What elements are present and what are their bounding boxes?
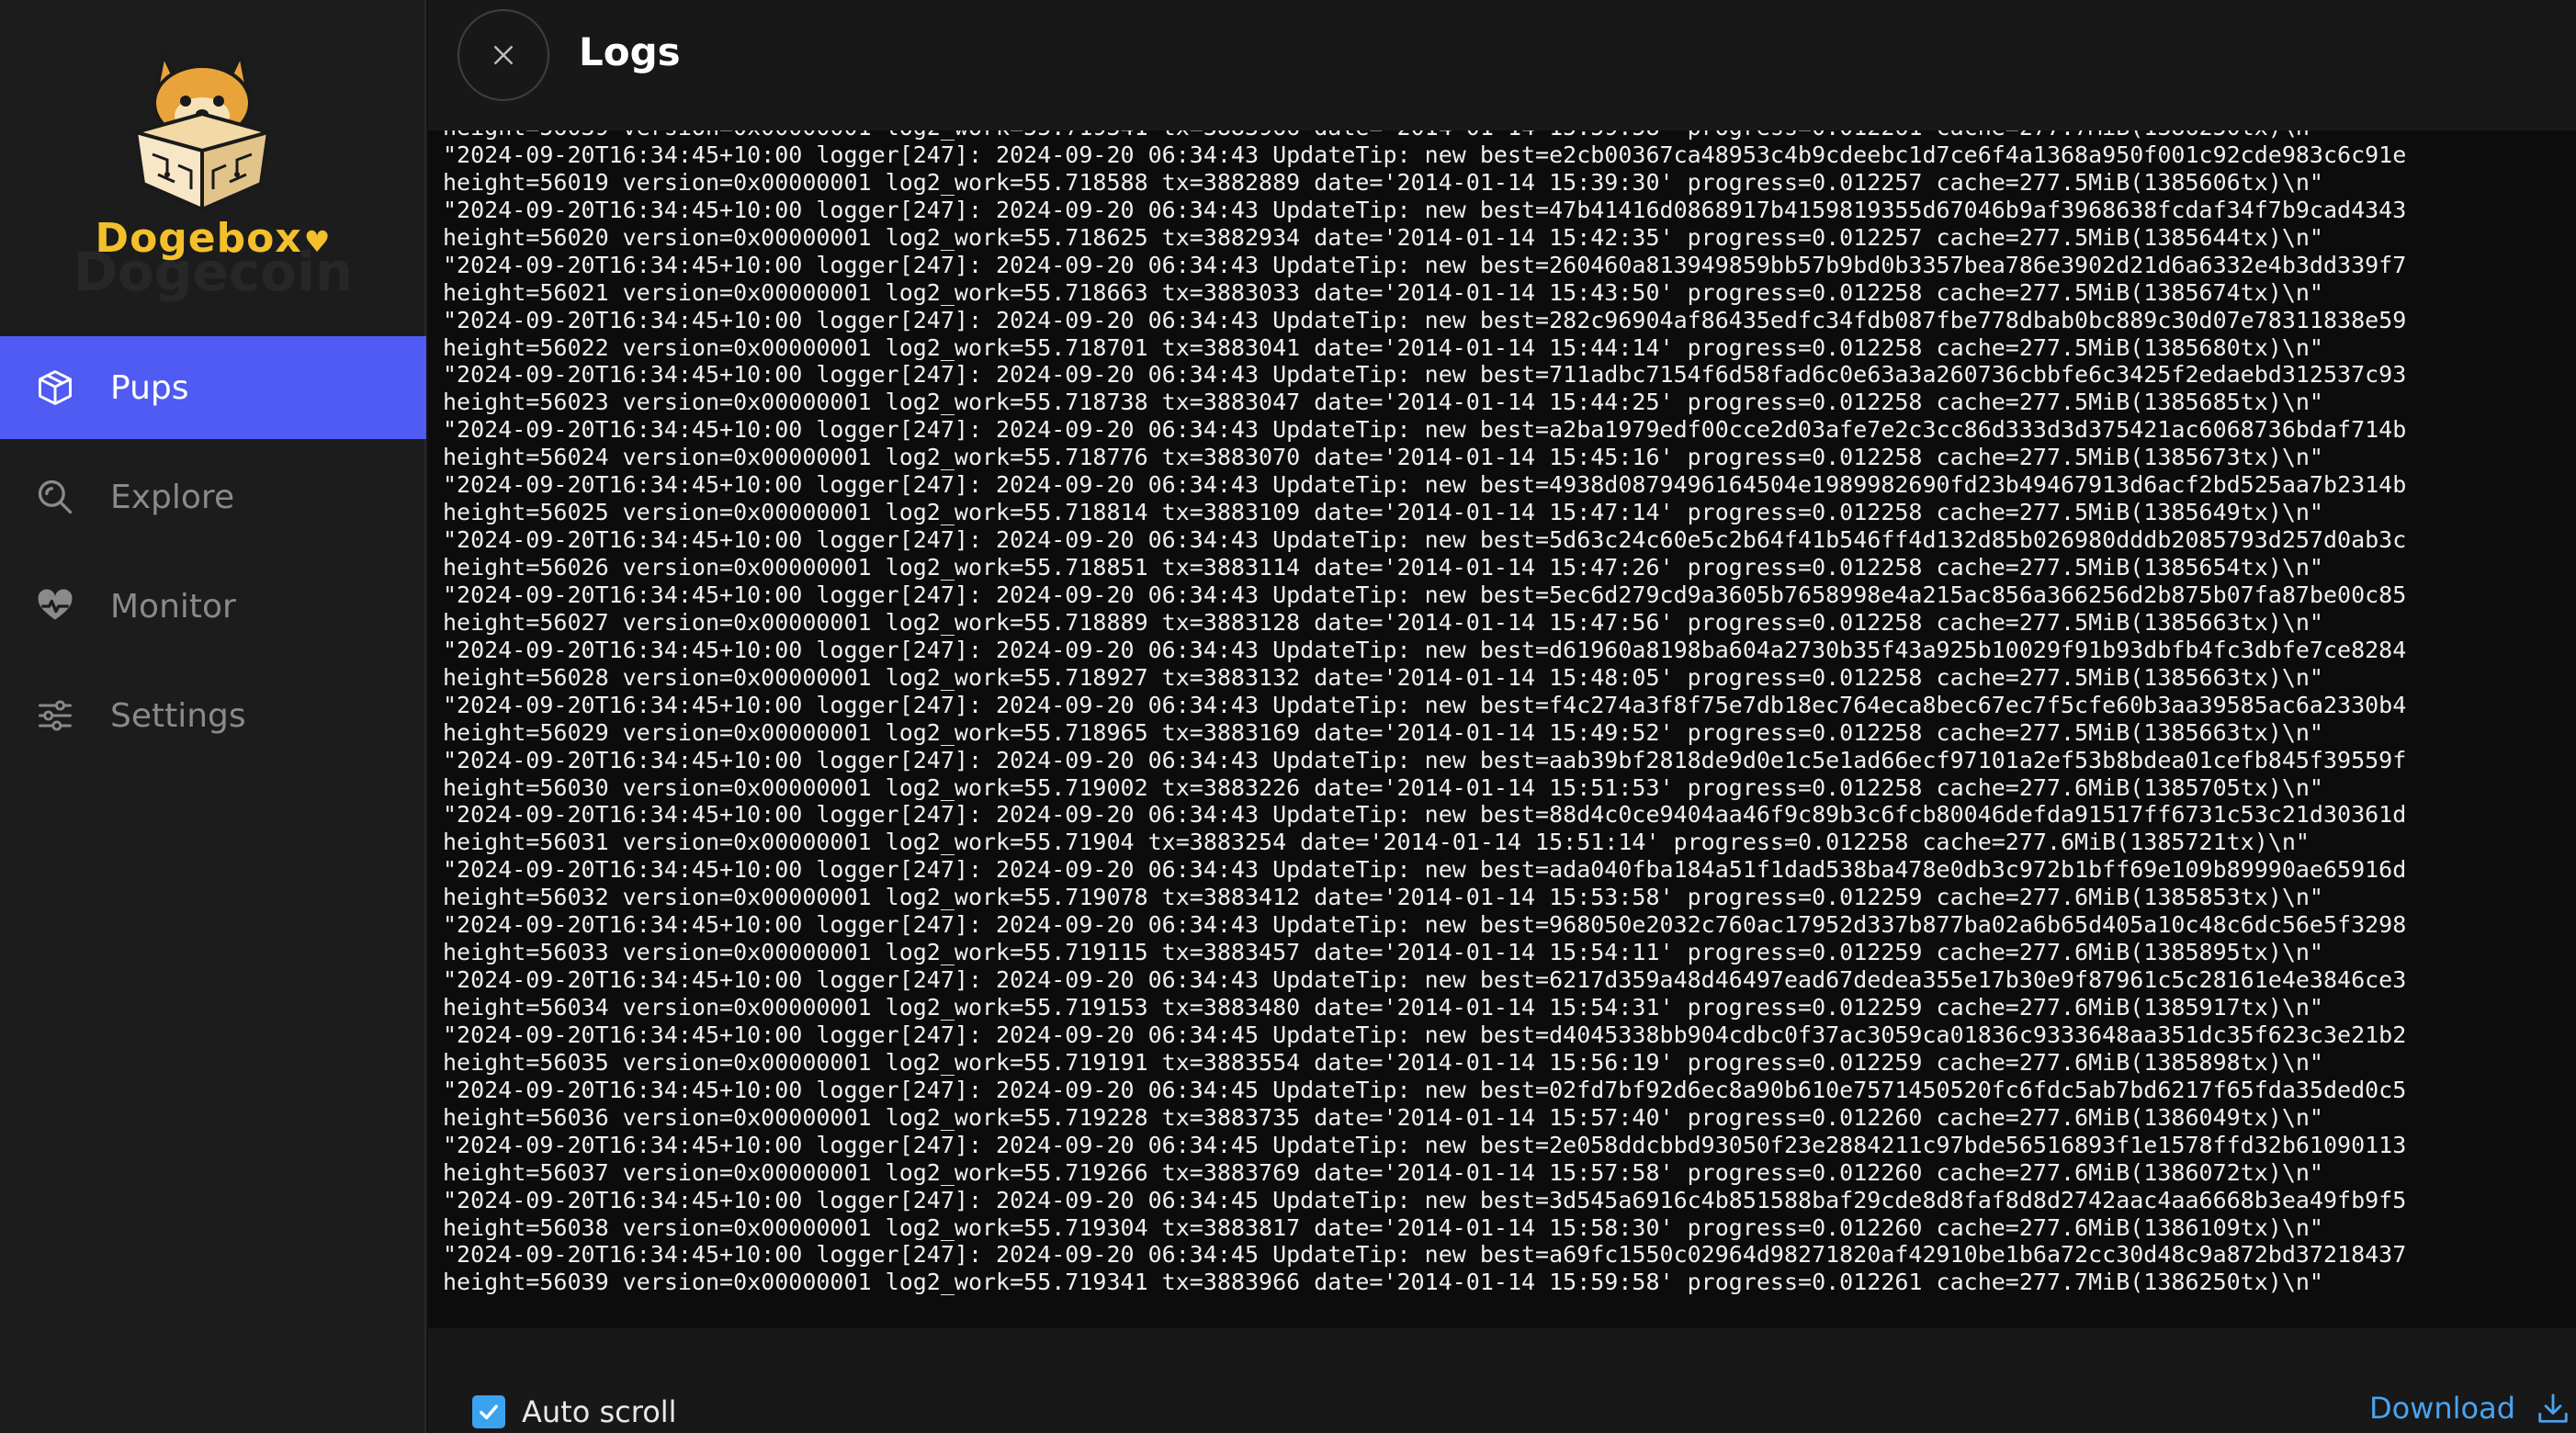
- main-panel: Logs height=56039 version=0x00000001 log…: [428, 0, 2576, 1433]
- sidebar-nav: Pups Explore Monitor Settings: [0, 336, 426, 773]
- auto-scroll-checkbox[interactable]: [472, 1395, 505, 1428]
- log-line: height=56027 version=0x00000001 log2_wor…: [443, 608, 2323, 636]
- log-line: height=56037 version=0x00000001 log2_wor…: [443, 1158, 2323, 1186]
- dogebox-logo: [110, 37, 294, 220]
- log-line: height=56033 version=0x00000001 log2_wor…: [443, 939, 2323, 966]
- heartbeat-icon: [35, 586, 75, 626]
- sidebar-item-label: Pups: [110, 368, 189, 407]
- checkmark-icon: [480, 1405, 498, 1420]
- sidebar-item-label: Settings: [110, 696, 246, 735]
- logs-footer: Auto scroll Download: [428, 1328, 2576, 1433]
- log-line: height=56038 version=0x00000001 log2_wor…: [443, 1213, 2323, 1241]
- sidebar-item-label: Explore: [110, 478, 235, 516]
- log-line: "2024-09-20T16:34:45+10:00 logger[247]: …: [443, 361, 2407, 389]
- sidebar-item-pups[interactable]: Pups: [0, 336, 426, 439]
- log-line: height=56019 version=0x00000001 log2_wor…: [443, 168, 2323, 196]
- log-line: height=56032 version=0x00000001 log2_wor…: [443, 884, 2323, 911]
- close-button[interactable]: [458, 9, 549, 101]
- download-icon: [2538, 1394, 2568, 1423]
- log-line: height=56024 version=0x00000001 log2_wor…: [443, 444, 2323, 471]
- log-line: "2024-09-20T16:34:45+10:00 logger[247]: …: [443, 911, 2407, 939]
- log-line: "2024-09-20T16:34:45+10:00 logger[247]: …: [443, 966, 2407, 994]
- log-line: "2024-09-20T16:34:45+10:00 logger[247]: …: [443, 251, 2407, 278]
- log-line: height=56039 version=0x00000001 log2_wor…: [443, 1269, 2323, 1296]
- log-line: "2024-09-20T16:34:45+10:00 logger[247]: …: [443, 636, 2407, 663]
- log-line: height=56025 version=0x00000001 log2_wor…: [443, 499, 2323, 526]
- page-title: Logs: [579, 29, 681, 74]
- log-line: "2024-09-20T16:34:45+10:00 logger[247]: …: [443, 801, 2407, 829]
- sidebar-item-explore[interactable]: Explore: [0, 446, 426, 548]
- download-button[interactable]: Download: [2369, 1391, 2570, 1426]
- sliders-icon: [35, 695, 75, 736]
- log-line: height=56039 version=0x00000001 log2_wor…: [443, 130, 2576, 141]
- sidebar: Dogecoin Dogebox♥ Pups Explore Monitor S…: [0, 0, 426, 1433]
- log-line: height=56023 version=0x00000001 log2_wor…: [443, 389, 2323, 416]
- sidebar-item-label: Monitor: [110, 587, 236, 626]
- log-line: height=56020 version=0x00000001 log2_wor…: [443, 223, 2323, 251]
- close-icon: [494, 46, 513, 64]
- brand-name: Dogebox♥: [0, 215, 426, 262]
- sidebar-item-monitor[interactable]: Monitor: [0, 555, 426, 658]
- log-line: height=56026 version=0x00000001 log2_wor…: [443, 554, 2323, 581]
- log-line: "2024-09-20T16:34:45+10:00 logger[247]: …: [443, 856, 2407, 884]
- sidebar-item-settings[interactable]: Settings: [0, 664, 426, 767]
- log-lines: height=56039 version=0x00000001 log2_wor…: [443, 130, 2576, 1296]
- brand-name-text: Dogebox: [95, 215, 302, 262]
- log-line: "2024-09-20T16:34:45+10:00 logger[247]: …: [443, 581, 2407, 608]
- log-line: "2024-09-20T16:34:45+10:00 logger[247]: …: [443, 1186, 2407, 1213]
- log-line: height=56035 version=0x00000001 log2_wor…: [443, 1048, 2323, 1076]
- log-line: height=56034 version=0x00000001 log2_wor…: [443, 994, 2323, 1021]
- log-line: "2024-09-20T16:34:45+10:00 logger[247]: …: [443, 416, 2407, 444]
- log-line: "2024-09-20T16:34:45+10:00 logger[247]: …: [443, 196, 2407, 223]
- log-viewer[interactable]: height=56039 version=0x00000001 log2_wor…: [428, 130, 2576, 1328]
- log-line: "2024-09-20T16:34:45+10:00 logger[247]: …: [443, 1021, 2407, 1048]
- log-line: "2024-09-20T16:34:45+10:00 logger[247]: …: [443, 306, 2407, 333]
- auto-scroll-toggle[interactable]: Auto scroll: [472, 1394, 677, 1429]
- heart-icon: ♥: [303, 224, 332, 259]
- logs-header: Logs: [428, 0, 2576, 130]
- log-line: height=56030 version=0x00000001 log2_wor…: [443, 773, 2323, 801]
- log-line: "2024-09-20T16:34:45+10:00 logger[247]: …: [443, 1131, 2407, 1158]
- log-line: height=56031 version=0x00000001 log2_wor…: [443, 829, 2310, 856]
- log-line: "2024-09-20T16:34:45+10:00 logger[247]: …: [443, 471, 2407, 499]
- log-line: "2024-09-20T16:34:45+10:00 logger[247]: …: [443, 1241, 2407, 1269]
- log-line: "2024-09-20T16:34:45+10:00 logger[247]: …: [443, 526, 2407, 554]
- box-icon: [35, 367, 75, 408]
- brand: Dogecoin Dogebox♥: [0, 0, 426, 336]
- log-line: "2024-09-20T16:34:45+10:00 logger[247]: …: [443, 141, 2407, 168]
- log-line: height=56028 version=0x00000001 log2_wor…: [443, 663, 2323, 691]
- log-line: height=56021 version=0x00000001 log2_wor…: [443, 278, 2323, 306]
- log-line: "2024-09-20T16:34:45+10:00 logger[247]: …: [443, 691, 2407, 718]
- download-label: Download: [2368, 1391, 2515, 1426]
- log-line: height=56036 version=0x00000001 log2_wor…: [443, 1103, 2323, 1131]
- log-line: height=56022 version=0x00000001 log2_wor…: [443, 333, 2323, 361]
- search-icon: [35, 477, 75, 517]
- log-line: height=56029 version=0x00000001 log2_wor…: [443, 718, 2323, 746]
- auto-scroll-label: Auto scroll: [522, 1394, 677, 1429]
- log-line: "2024-09-20T16:34:45+10:00 logger[247]: …: [443, 746, 2407, 773]
- log-line: "2024-09-20T16:34:45+10:00 logger[247]: …: [443, 1076, 2407, 1103]
